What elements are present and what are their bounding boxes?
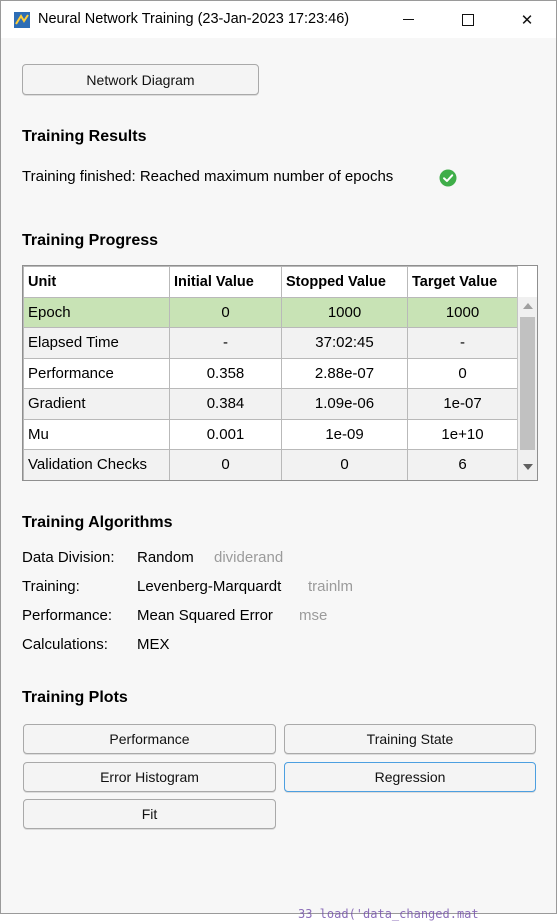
fit-plot-button[interactable]: Fit (23, 799, 276, 829)
close-button[interactable]: ✕ (498, 1, 556, 38)
row-label: Validation Checks (23, 449, 170, 480)
column-header-unit: Unit (23, 266, 170, 298)
calculations-value: MEX (137, 636, 170, 653)
data-division-function: dividerand (214, 549, 284, 566)
background-code-fragment: 33 load('data_changed.mat (298, 907, 479, 921)
training-results-heading: Training Results (22, 128, 147, 145)
table-row-epoch[interactable]: Epoch 0 1000 1000 (23, 296, 518, 328)
check-circle-icon (439, 169, 457, 187)
performance-value: Mean Squared Error (137, 607, 273, 624)
minimize-button[interactable] (379, 1, 437, 38)
initial-value-cell: 0 (169, 449, 282, 480)
table-row-gradient[interactable]: Gradient 0.384 1.09e-06 1e-07 (23, 388, 518, 420)
target-value-cell: 1e+10 (407, 418, 518, 450)
stopped-value-cell: 1000 (281, 296, 408, 328)
scrollbar-header-cell (517, 266, 537, 297)
column-header-stopped-value: Stopped Value (281, 266, 408, 298)
training-algorithms-heading: Training Algorithms (22, 514, 173, 531)
training-value: Levenberg-Marquardt (137, 578, 282, 595)
table-row-validation-checks[interactable]: Validation Checks 0 0 6 (23, 449, 518, 480)
initial-value-cell: 0.001 (169, 418, 282, 450)
training-progress-table[interactable]: Unit Initial Value Stopped Value Target … (22, 265, 538, 481)
close-icon: ✕ (520, 11, 534, 29)
regression-plot-button[interactable]: Regression (284, 762, 536, 792)
error-histogram-plot-button[interactable]: Error Histogram (23, 762, 276, 792)
data-division-label: Data Division: (22, 549, 115, 566)
table-header-row: Unit Initial Value Stopped Value Target … (23, 266, 518, 298)
column-header-initial-value: Initial Value (169, 266, 282, 298)
initial-value-cell: 0.358 (169, 357, 282, 389)
scrollbar-thumb[interactable] (520, 317, 535, 450)
minimize-icon (402, 19, 414, 20)
performance-function: mse (299, 607, 328, 624)
column-header-target-value: Target Value (407, 266, 518, 298)
table-row-mu[interactable]: Mu 0.001 1e-09 1e+10 (23, 418, 518, 450)
title-bar[interactable]: Neural Network Training (23-Jan-2023 17:… (1, 1, 556, 38)
training-window: Neural Network Training (23-Jan-2023 17:… (0, 0, 557, 914)
row-label: Mu (23, 418, 170, 450)
stopped-value-cell: 2.88e-07 (281, 357, 408, 389)
training-status-text: Training finished: Reached maximum numbe… (22, 168, 394, 185)
stopped-value-cell: 0 (281, 449, 408, 480)
target-value-cell: 1000 (407, 296, 518, 328)
scroll-up-arrow-icon[interactable] (523, 303, 533, 309)
training-state-plot-button[interactable]: Training State (284, 724, 536, 754)
network-diagram-button[interactable]: Network Diagram (22, 64, 259, 95)
scroll-down-arrow-icon[interactable] (523, 464, 533, 470)
maximize-icon (462, 13, 474, 26)
calculations-label: Calculations: (22, 636, 108, 653)
target-value-cell: 0 (407, 357, 518, 389)
training-function: trainlm (308, 578, 354, 595)
target-value-cell: - (407, 327, 518, 359)
performance-plot-button[interactable]: Performance (23, 724, 276, 754)
training-label: Training: (22, 578, 80, 595)
row-label: Epoch (23, 296, 170, 328)
performance-label: Performance: (22, 607, 113, 624)
table-scrollbar[interactable] (517, 297, 537, 480)
table-row-elapsed-time[interactable]: Elapsed Time - 37:02:45 - (23, 327, 518, 359)
data-division-value: Random (137, 549, 194, 566)
stopped-value-cell: 37:02:45 (281, 327, 408, 359)
maximize-button[interactable] (439, 1, 497, 38)
initial-value-cell: - (169, 327, 282, 359)
row-label: Elapsed Time (23, 327, 170, 359)
table-row-performance[interactable]: Performance 0.358 2.88e-07 0 (23, 357, 518, 389)
target-value-cell: 6 (407, 449, 518, 480)
target-value-cell: 1e-07 (407, 388, 518, 420)
matlab-app-icon (14, 12, 30, 28)
training-progress-heading: Training Progress (22, 232, 159, 249)
initial-value-cell: 0.384 (169, 388, 282, 420)
training-plots-heading: Training Plots (22, 689, 128, 706)
window-title: Neural Network Training (23-Jan-2023 17:… (38, 11, 350, 27)
stopped-value-cell: 1.09e-06 (281, 388, 408, 420)
stopped-value-cell: 1e-09 (281, 418, 408, 450)
row-label: Gradient (23, 388, 170, 420)
row-label: Performance (23, 357, 170, 389)
initial-value-cell: 0 (169, 296, 282, 328)
